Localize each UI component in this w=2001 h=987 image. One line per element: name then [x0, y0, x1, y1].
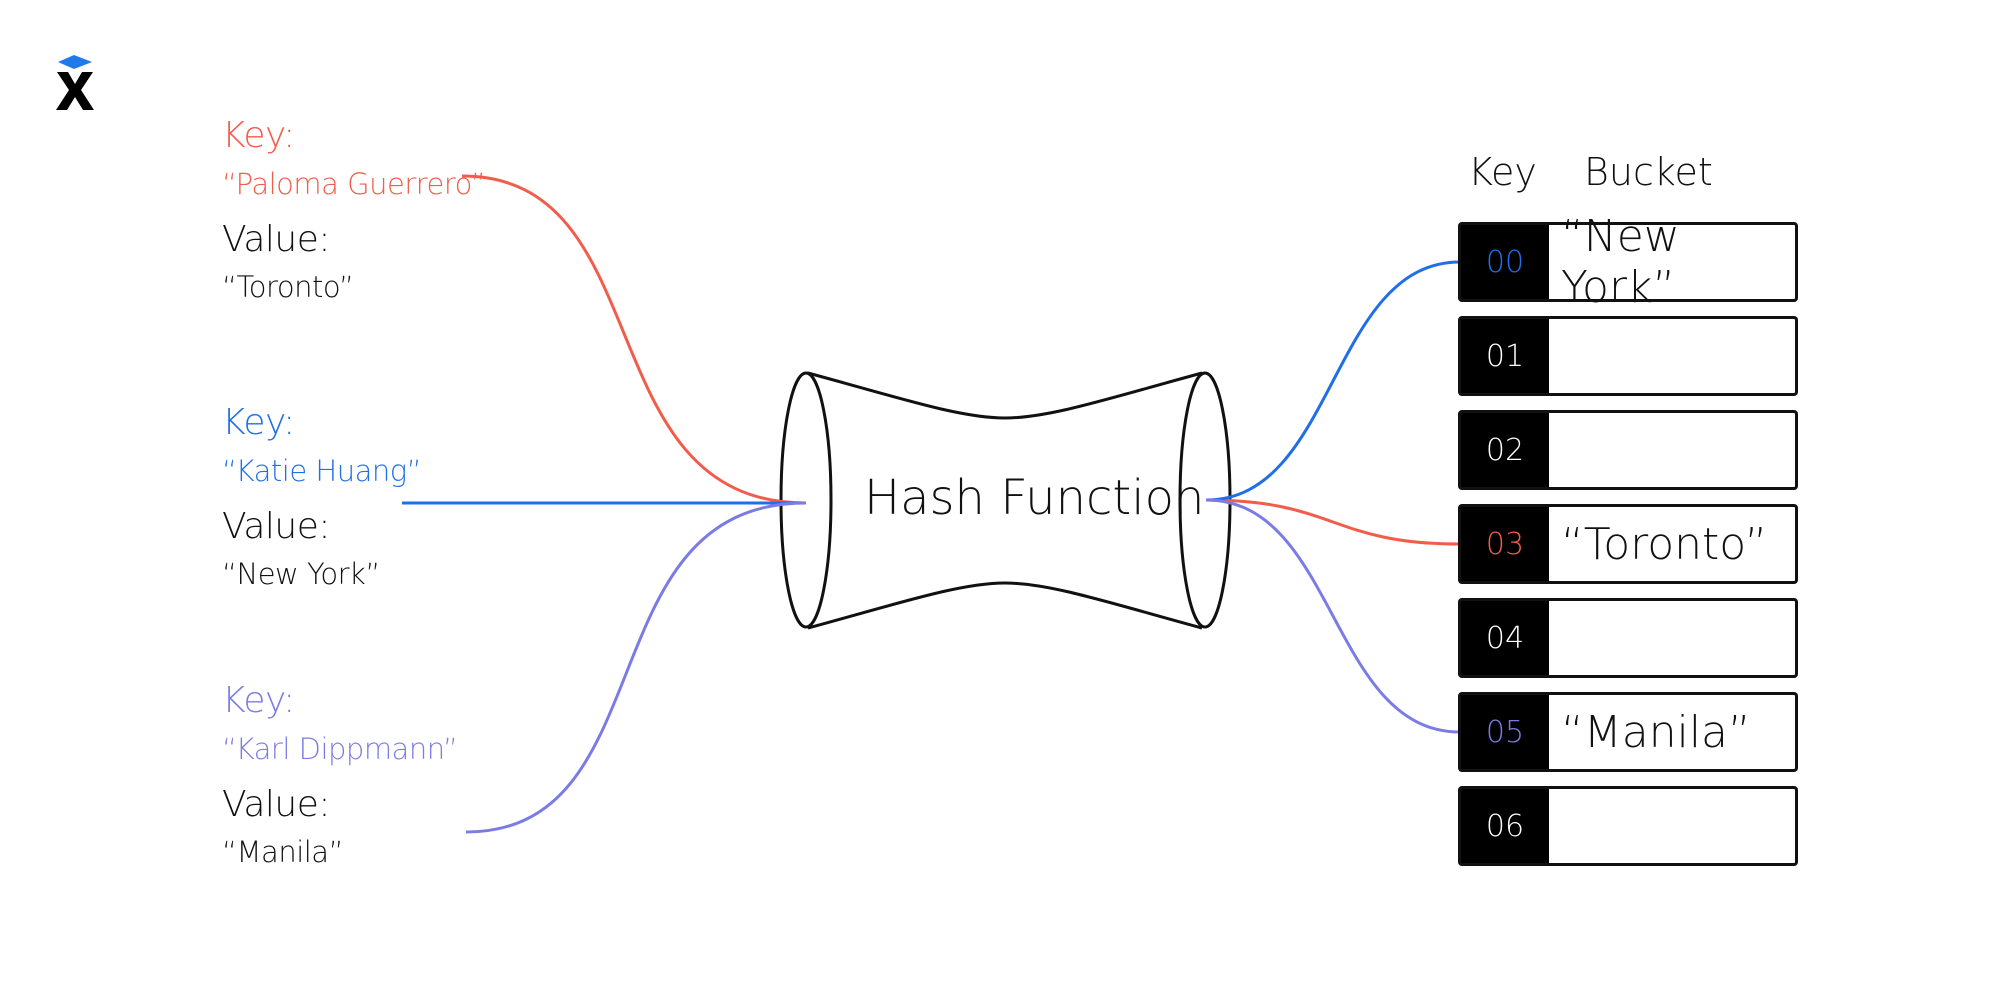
hash-table-bucket — [1561, 413, 1795, 487]
hash-table-bucket: “Toronto” — [1561, 518, 1768, 570]
entry-key-label: Key: — [222, 402, 295, 443]
hash-table-row: 00 “New York” — [1458, 211, 1798, 313]
hash-table-key: 04 — [1461, 601, 1549, 675]
hash-table-bucket — [1561, 601, 1795, 675]
hash-table-row: 02 — [1458, 410, 1798, 490]
x-logo-icon — [56, 55, 94, 110]
table-bucket-header: Bucket — [1584, 150, 1713, 194]
entry-key-label: Key: — [222, 680, 295, 721]
entry-value: “Toronto” — [222, 270, 354, 304]
hash-table-bucket: “Manila” — [1561, 706, 1751, 758]
hash-table-key: 03 — [1461, 507, 1549, 581]
entry-key: “Paloma Guerrero” — [222, 167, 486, 201]
hash-function-top-edge — [807, 371, 1203, 420]
hash-table-key: 02 — [1461, 413, 1549, 487]
hash-table-row: 05 “Manila” — [1458, 692, 1798, 772]
hash-table-bucket — [1561, 319, 1795, 393]
entry-key: “Katie Huang” — [222, 454, 422, 488]
hash-function-label: Hash Function — [864, 470, 1205, 526]
hash-table-key: 06 — [1461, 789, 1549, 863]
entry-value: “Manila” — [222, 835, 344, 869]
entry-key: “Karl Dippmann” — [222, 732, 458, 766]
hash-table-row: 03 “Toronto” — [1458, 504, 1798, 584]
hash-table-row: 01 — [1458, 316, 1798, 396]
entry-value-label: Value: — [222, 219, 331, 260]
entry-value-label: Value: — [222, 784, 331, 825]
table-key-header: Key — [1468, 150, 1537, 194]
entry-key-label: Key: — [222, 115, 295, 156]
hash-table-key: 05 — [1461, 695, 1549, 769]
hash-table-bucket — [1561, 789, 1795, 863]
hash-function-left-end — [779, 371, 833, 629]
key-to-hash-connector — [461, 174, 807, 505]
hash-table-key: 01 — [1461, 319, 1549, 393]
key-to-hash-connector — [465, 501, 807, 834]
hash-to-bucket-connector — [1205, 260, 1461, 502]
hash-table-bucket: “New York” — [1561, 211, 1680, 313]
hash-to-bucket-connector — [1205, 498, 1461, 734]
hash-table-key: 00 — [1461, 225, 1549, 299]
hash-function-bottom-edge — [807, 581, 1203, 630]
hash-table-row: 06 — [1458, 786, 1798, 866]
hash-table-row: 04 — [1458, 598, 1798, 678]
entry-value-label: Value: — [222, 506, 331, 547]
entry-value: “New York” — [222, 557, 380, 591]
